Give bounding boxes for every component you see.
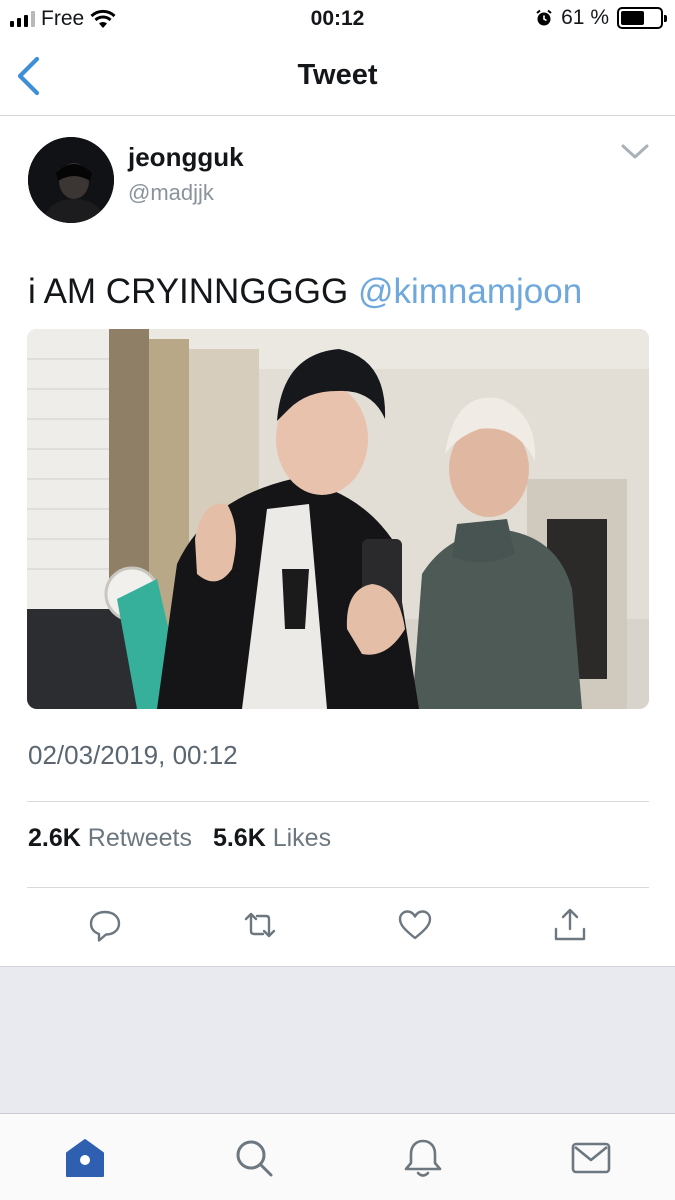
divider — [27, 887, 649, 888]
avatar[interactable] — [28, 137, 114, 223]
status-right: 61 % — [535, 6, 667, 30]
mention-link[interactable]: @kimnamjoon — [358, 272, 582, 311]
avatar-photo — [28, 137, 114, 223]
share-icon[interactable] — [550, 905, 590, 945]
home-icon[interactable] — [63, 1136, 107, 1180]
search-icon[interactable] — [232, 1136, 276, 1180]
tweet-text: i AM CRYINNGGGG @kimnamjoon — [28, 272, 582, 312]
user-handle[interactable]: @madjjk — [128, 180, 214, 206]
tweet-photo[interactable] — [27, 329, 649, 709]
tweet-body: i AM CRYINNGGGG — [28, 272, 358, 311]
display-name[interactable]: jeongguk — [128, 142, 244, 173]
messages-icon[interactable] — [569, 1136, 613, 1180]
action-bar — [0, 905, 675, 951]
chevron-down-icon[interactable] — [618, 140, 652, 164]
likes-count[interactable]: 5.6K — [213, 824, 266, 852]
divider — [27, 801, 649, 802]
notifications-icon[interactable] — [401, 1136, 445, 1180]
retweets-count[interactable]: 2.6K — [28, 824, 81, 852]
like-icon[interactable] — [395, 905, 435, 945]
tab-bar — [0, 1114, 675, 1200]
empty-area — [0, 966, 675, 1114]
nav-title: Tweet — [297, 59, 378, 91]
battery-level — [621, 11, 645, 25]
status-bar: Free 00:12 61 % — [0, 0, 675, 38]
likes-label[interactable]: Likes — [273, 824, 331, 852]
alarm-icon — [536, 9, 552, 26]
tweet-stats: 2.6K Retweets 5.6K Likes — [28, 824, 331, 853]
retweet-icon[interactable] — [240, 905, 280, 945]
battery-icon — [617, 7, 667, 29]
tweet-timestamp: 02/03/2019, 00:12 — [28, 740, 238, 770]
photo-image — [27, 329, 649, 709]
retweets-label[interactable]: Retweets — [88, 824, 192, 852]
battery-percent: 61 % — [561, 6, 609, 29]
reply-icon[interactable] — [85, 905, 125, 945]
nav-bar: Tweet — [0, 38, 675, 116]
